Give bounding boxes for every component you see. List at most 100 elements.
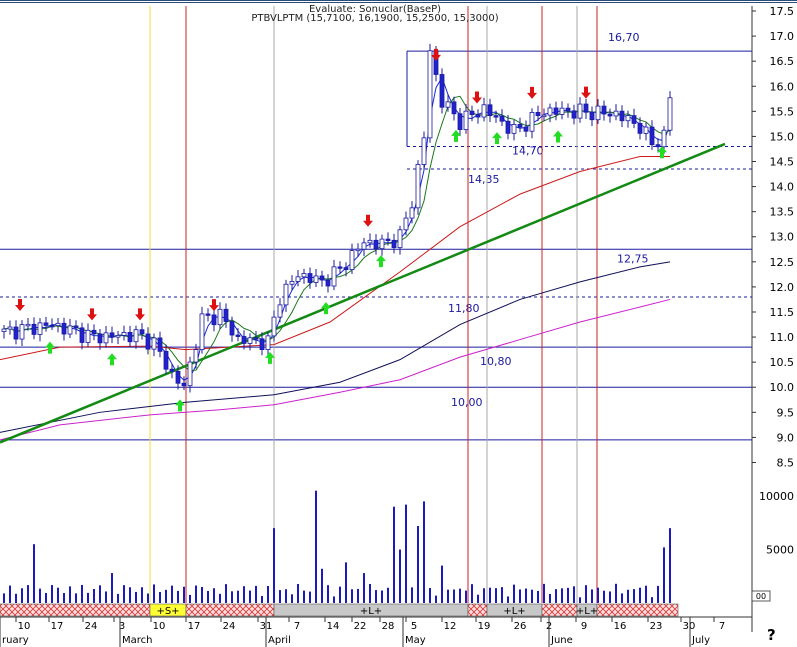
volume-label-00: 00 [756, 592, 766, 601]
price-chart: 16,7014,3514,7012,7511,8010,8010,00 +S+ +… [0, 4, 795, 647]
candle-body [655, 144, 661, 148]
candle-body [145, 333, 151, 350]
date-tick-label: 23 [650, 621, 663, 632]
candle-body [223, 308, 229, 322]
price-tick-label: 17.5 [770, 5, 795, 18]
candle-body [589, 111, 595, 121]
candle-body [313, 275, 319, 283]
candle-body [403, 217, 409, 231]
price-tick-label: 16.5 [770, 55, 795, 68]
candle-body [505, 120, 511, 134]
candle-body [385, 238, 391, 242]
candle-body [439, 74, 445, 108]
price-tick-label: 11.0 [770, 331, 795, 344]
candle-body [637, 123, 643, 134]
price-tick-label: 13.5 [770, 206, 795, 219]
price-tick-label: 15.5 [770, 105, 795, 118]
candle-body [349, 250, 355, 271]
candle-body [181, 382, 187, 387]
candle-body [355, 248, 361, 252]
candle-body [271, 316, 277, 337]
candle-body [7, 326, 13, 330]
help-icon[interactable]: ? [767, 626, 776, 644]
signal-label: +L+ [576, 606, 598, 617]
signal-label: +L+ [503, 606, 525, 617]
candle-body [139, 329, 145, 335]
candle-body [253, 337, 259, 340]
candle-body [307, 273, 313, 283]
price-tick-label: 15.0 [770, 130, 795, 143]
candle-body [19, 324, 25, 340]
candle-body [481, 104, 487, 118]
candle-body [535, 112, 541, 116]
candle-body [619, 110, 625, 122]
candle-body [49, 325, 55, 328]
candle-body [475, 114, 481, 118]
price-tick-label: 8.5 [777, 456, 795, 469]
candle-body [211, 314, 217, 326]
date-tick-label: 19 [478, 621, 491, 632]
candle-body [175, 370, 181, 384]
signal-segment [467, 603, 488, 617]
candle-body [517, 124, 523, 128]
candle-body [217, 308, 223, 326]
candle-body [247, 337, 253, 344]
month-label: March [122, 635, 152, 646]
candle-body [427, 50, 433, 139]
month-label: July [691, 635, 710, 646]
candle-body [277, 304, 283, 318]
price-tick-label: 16.0 [770, 80, 795, 93]
date-tick-label: 7 [719, 621, 725, 632]
candle-body [229, 321, 235, 336]
level-label: 10,00 [451, 396, 483, 409]
candle-body [235, 334, 241, 337]
header-line: PTBVLPTM (15,7100, 16,1900, 15,2500, 15,… [251, 13, 498, 24]
candle-body [109, 332, 115, 338]
candle-body [259, 338, 265, 350]
candle-body [661, 129, 667, 148]
candle-body [37, 322, 43, 335]
candle-body [103, 332, 109, 344]
candle-body [163, 350, 169, 370]
candle-body [151, 337, 157, 350]
volume-tick-label: 10000 [759, 490, 794, 503]
candle-body [157, 337, 163, 352]
candle-body [343, 267, 349, 271]
candle-body [325, 279, 331, 287]
candle-body [67, 325, 73, 335]
candle-body [379, 238, 385, 250]
candle-body [79, 327, 85, 343]
candle-body [127, 332, 133, 343]
date-tick-label: 16 [614, 621, 627, 632]
date-tick-label: 22 [354, 621, 367, 632]
candle-body [241, 336, 247, 344]
candle-body [565, 107, 571, 112]
candle-body [73, 325, 79, 329]
date-tick-label: 24 [85, 621, 98, 632]
candle-body [391, 239, 397, 249]
candle-body [115, 335, 121, 338]
date-tick-label: 7 [294, 621, 300, 632]
level-label: 14,70 [512, 144, 544, 157]
candle-body [487, 104, 493, 117]
candle-body [667, 97, 673, 131]
candle-body [97, 333, 103, 344]
candle-body [205, 313, 211, 316]
date-tick-label: 17 [188, 621, 201, 632]
level-label: 16,70 [608, 31, 640, 44]
level-label: 14,35 [468, 173, 500, 186]
candle-body [55, 322, 61, 327]
candle-body [367, 239, 373, 244]
candle-body [265, 335, 271, 350]
date-tick-label: 10 [18, 621, 31, 632]
candle-body [415, 164, 421, 209]
price-tick-label: 12.0 [770, 281, 795, 294]
candle-body [133, 329, 139, 343]
candle-body [43, 322, 49, 326]
candle-body [91, 329, 97, 335]
candle-body [511, 124, 517, 134]
grid-layer [0, 6, 753, 632]
candle-body [643, 126, 649, 134]
candle-body [409, 207, 415, 219]
candle-body [577, 103, 583, 119]
